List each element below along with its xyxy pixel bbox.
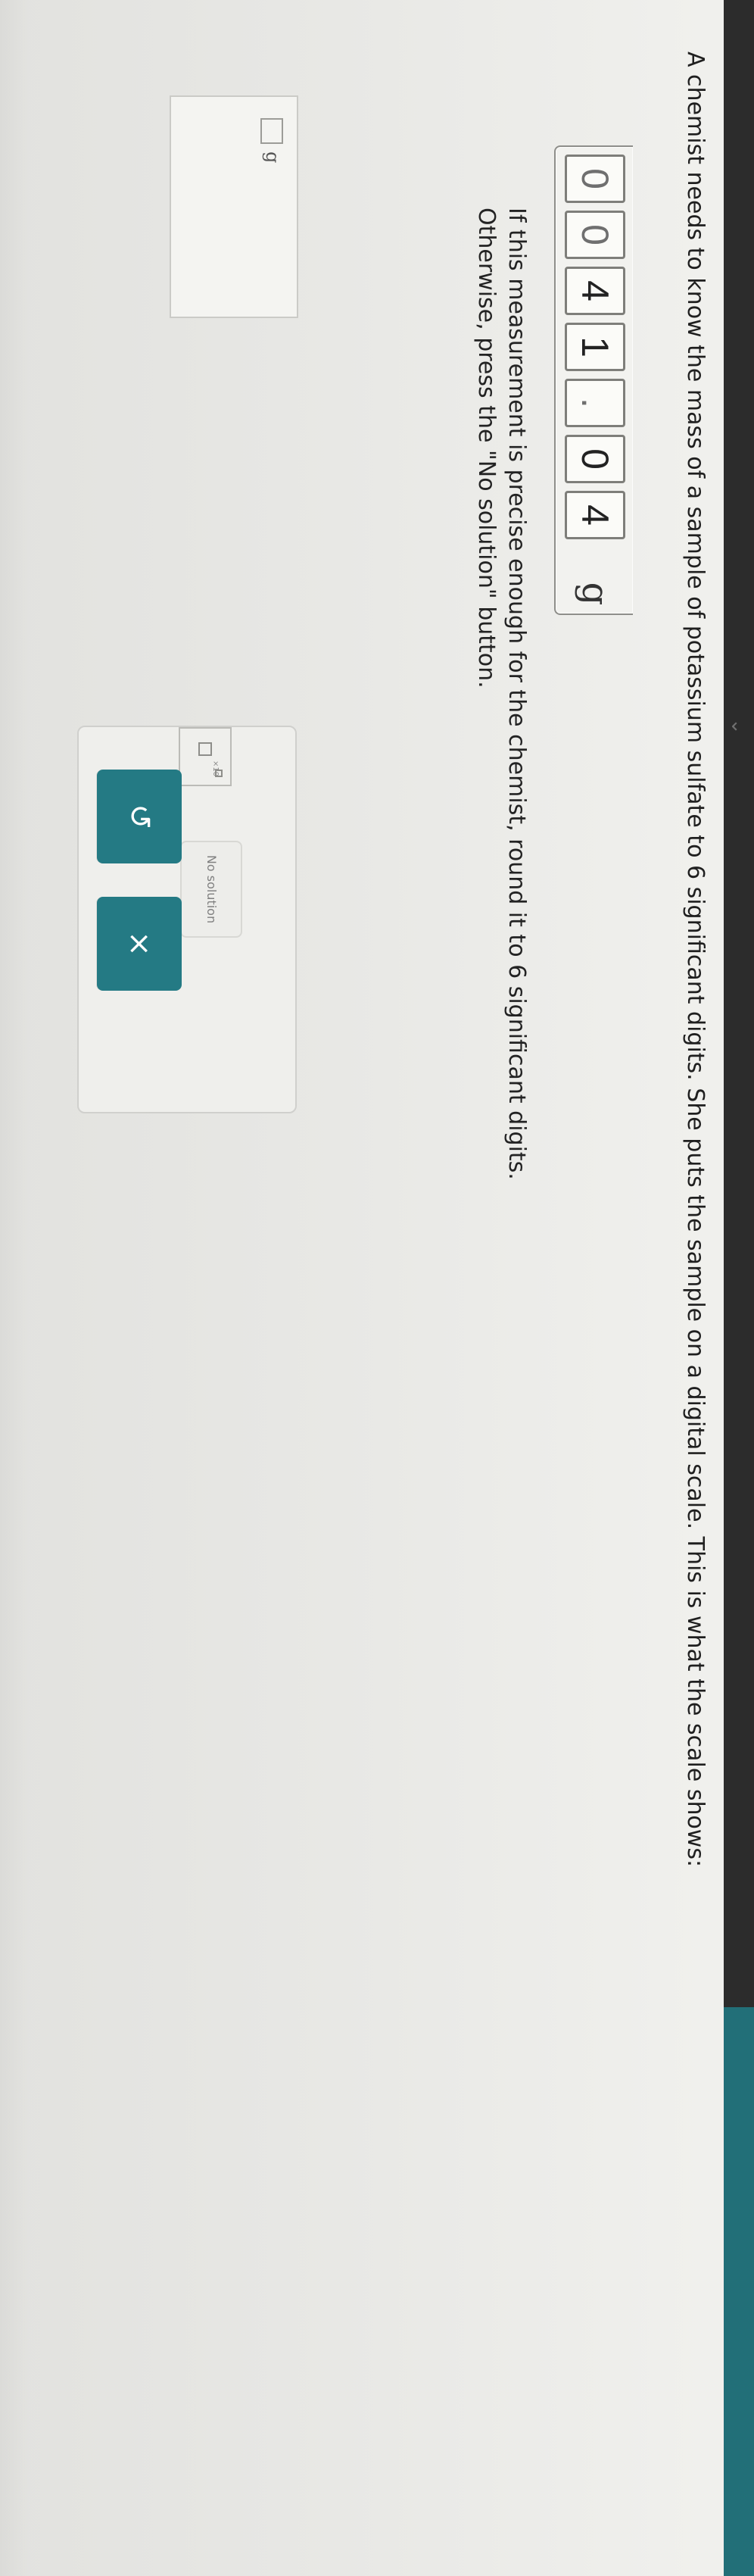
scientific-exponent-box — [215, 770, 223, 777]
top-bar-accent — [724, 2007, 754, 2576]
scale-unit: g — [574, 582, 616, 606]
scientific-main-box — [198, 742, 212, 756]
question-text: A chemist needs to know the mass of a sa… — [682, 52, 709, 1868]
bottom-edge — [0, 0, 29, 2576]
scale-digit: 0 — [565, 435, 625, 483]
scale-digit: 4 — [565, 267, 625, 315]
close-icon: × — [122, 931, 157, 957]
answer-area[interactable]: g — [170, 95, 298, 318]
answer-input-box[interactable] — [260, 118, 283, 144]
app-screen: ⌄ A chemist needs to know the mass of a … — [0, 0, 754, 2576]
undo-button[interactable]: ↺ — [97, 770, 182, 863]
scale-digit: 0 — [565, 211, 625, 259]
scale-decimal-point: . — [565, 379, 625, 427]
answer-unit: g — [262, 151, 283, 164]
scale-digit: 1 — [565, 323, 625, 371]
clear-button[interactable]: × — [97, 897, 182, 991]
no-solution-button[interactable]: No solution — [180, 841, 242, 938]
undo-icon: ↺ — [122, 804, 157, 829]
scale-digit: 0 — [565, 155, 625, 203]
scientific-notation-button[interactable]: ×10 — [179, 727, 232, 786]
scale-digit: 4 — [565, 491, 625, 539]
chevron-down-icon[interactable]: ⌄ — [725, 710, 751, 742]
instruction-line-2: Otherwise, press the "No solution" butto… — [473, 208, 500, 688]
instruction-line-1: If this measurement is precise enough fo… — [503, 208, 530, 1180]
digital-scale-display: 0 0 4 1 . 0 4 g — [554, 145, 633, 615]
